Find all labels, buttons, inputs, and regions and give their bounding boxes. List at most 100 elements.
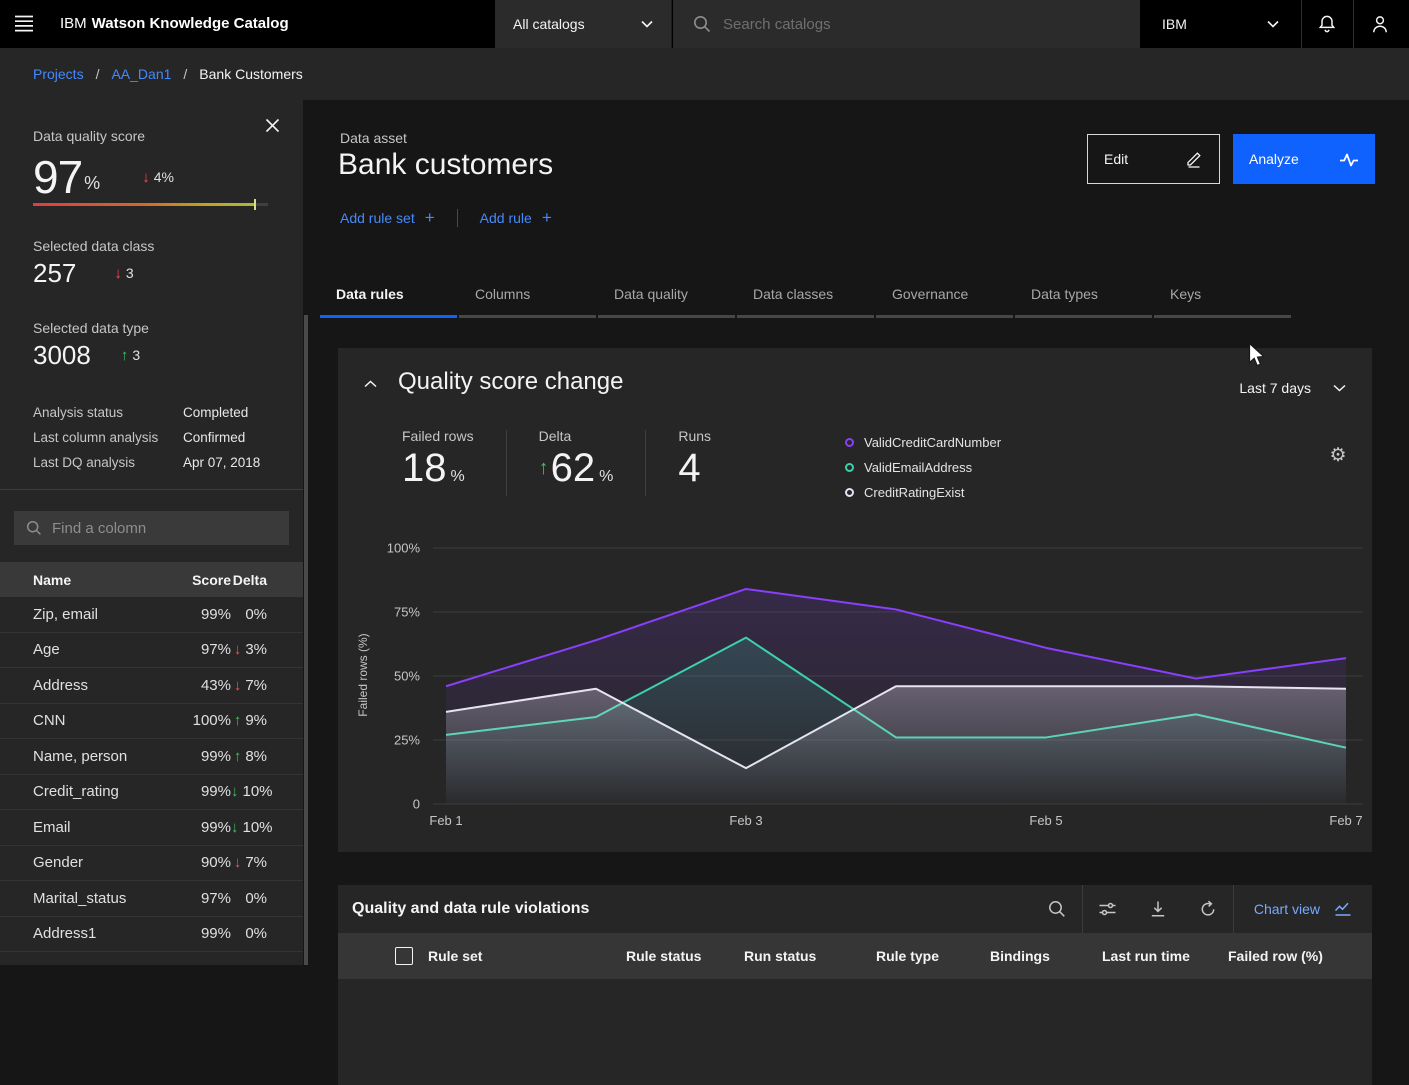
svg-text:50%: 50% bbox=[394, 669, 420, 684]
tab-data-rules[interactable]: Data rules bbox=[320, 280, 457, 318]
chart-view-button[interactable]: Chart view bbox=[1234, 901, 1372, 917]
column-header-name[interactable]: Name bbox=[0, 572, 171, 588]
global-search bbox=[673, 0, 1140, 48]
tab-data-quality[interactable]: Data quality bbox=[598, 280, 735, 318]
tab-data-classes[interactable]: Data classes bbox=[737, 280, 874, 318]
trend-up-icon: ↑ bbox=[121, 347, 129, 364]
collapse-chevron-up-icon[interactable] bbox=[364, 380, 377, 388]
status-row: Last column analysisConfirmed bbox=[33, 425, 273, 450]
page-title: Bank customers bbox=[338, 148, 553, 182]
score-gradient-bar bbox=[33, 203, 268, 206]
table-row[interactable]: Email99%↓10% bbox=[0, 810, 303, 846]
trend-down-icon: ↓ bbox=[231, 819, 239, 836]
table-row[interactable]: Address199%0% bbox=[0, 917, 303, 953]
edit-button[interactable]: Edit bbox=[1087, 134, 1220, 184]
gear-icon[interactable]: ⚙ bbox=[1326, 444, 1350, 468]
legend-label: CreditRatingExist bbox=[864, 485, 964, 500]
data-type-delta: ↑3 bbox=[121, 347, 140, 364]
stat-divider bbox=[506, 430, 507, 496]
breadcrumb-link-projects[interactable]: Projects bbox=[33, 66, 84, 82]
tab-data-types[interactable]: Data types bbox=[1015, 280, 1152, 318]
table-row[interactable]: Address43%↓7% bbox=[0, 668, 303, 704]
column-name: Zip, email bbox=[0, 606, 171, 623]
stat-number: 62 bbox=[551, 446, 596, 491]
table-row[interactable]: Marital_status97%0% bbox=[0, 881, 303, 917]
stat-value: 4 bbox=[678, 446, 711, 491]
tab-keys[interactable]: Keys bbox=[1154, 280, 1291, 318]
column-header-failed-row-[interactable]: Failed row (%) bbox=[1228, 948, 1372, 964]
column-table-body: Zip, email99%0%Age97%↓3%Address43%↓7%CNN… bbox=[0, 597, 303, 965]
table-row[interactable]: Gender90%↓7% bbox=[0, 846, 303, 882]
table-row[interactable]: Age97%↓3% bbox=[0, 633, 303, 669]
tab-columns[interactable]: Columns bbox=[459, 280, 596, 318]
search-input[interactable] bbox=[723, 16, 1103, 33]
table-row[interactable]: ↑ bbox=[0, 952, 303, 965]
restart-button[interactable] bbox=[1183, 885, 1233, 933]
stat-unit: % bbox=[599, 468, 613, 486]
legend-label: ValidEmailAddress bbox=[864, 460, 972, 475]
breadcrumb-link-project[interactable]: AA_Dan1 bbox=[111, 66, 171, 82]
data-class-label: Selected data class bbox=[33, 238, 154, 254]
download-button[interactable] bbox=[1133, 885, 1183, 933]
date-range-selector[interactable]: Last 7 days bbox=[1239, 380, 1346, 396]
table-search-button[interactable] bbox=[1032, 885, 1082, 933]
table-row[interactable]: CNN100%↑9% bbox=[0, 704, 303, 740]
catalog-selector[interactable]: All catalogs bbox=[495, 0, 672, 48]
tab-governance[interactable]: Governance bbox=[876, 280, 1013, 318]
download-icon bbox=[1149, 900, 1167, 918]
legend-swatch-icon bbox=[845, 438, 854, 447]
data-type-value: 3008 bbox=[33, 340, 91, 371]
find-column-search bbox=[14, 511, 289, 545]
account-selector-label: IBM bbox=[1162, 16, 1187, 32]
chart-title: Quality score change bbox=[398, 368, 623, 396]
column-name: Name, person bbox=[0, 748, 171, 765]
table-row[interactable]: Name, person99%↑8% bbox=[0, 739, 303, 775]
trend-up-icon: ↑ bbox=[539, 457, 549, 480]
tab-label: Data quality bbox=[614, 286, 688, 302]
filter-button[interactable] bbox=[1083, 885, 1133, 933]
find-column-input[interactable] bbox=[52, 520, 272, 537]
status-label: Last DQ analysis bbox=[33, 455, 183, 470]
notifications-button[interactable] bbox=[1301, 0, 1353, 48]
legend-item[interactable]: ValidCreditCardNumber bbox=[845, 430, 1001, 455]
legend-item[interactable]: CreditRatingExist bbox=[845, 480, 1001, 505]
close-icon[interactable] bbox=[265, 118, 285, 138]
column-header-delta[interactable]: Delta bbox=[231, 572, 303, 588]
account-selector[interactable]: IBM bbox=[1140, 0, 1301, 48]
activity-icon bbox=[1339, 151, 1359, 168]
column-header-rule-status[interactable]: Rule status bbox=[626, 948, 744, 964]
column-header-last-run-time[interactable]: Last run time bbox=[1102, 948, 1228, 964]
status-label: Last column analysis bbox=[33, 430, 183, 445]
sidebar-scrollbar[interactable] bbox=[304, 315, 308, 965]
quality-score-card: Quality score change Last 7 days Failed … bbox=[338, 348, 1372, 852]
profile-button[interactable] bbox=[1354, 0, 1406, 48]
column-table-header: Name Score Delta bbox=[0, 562, 303, 597]
column-header-rule-set[interactable]: Rule set bbox=[428, 948, 626, 964]
menu-icon[interactable] bbox=[14, 13, 62, 35]
chevron-down-icon bbox=[1333, 384, 1346, 392]
legend-item[interactable]: ValidEmailAddress bbox=[845, 455, 1001, 480]
column-header-bindings[interactable]: Bindings bbox=[990, 948, 1102, 964]
chevron-down-icon bbox=[641, 20, 653, 28]
svg-text:0: 0 bbox=[413, 797, 420, 812]
violations-title: Quality and data rule violations bbox=[352, 885, 589, 933]
svg-text:Feb 7: Feb 7 bbox=[1329, 813, 1362, 828]
column-header-score[interactable]: Score bbox=[171, 572, 231, 588]
catalog-selector-label: All catalogs bbox=[513, 16, 585, 32]
svg-text:Feb 3: Feb 3 bbox=[729, 813, 762, 828]
stat-divider bbox=[645, 430, 646, 496]
add-rule-link[interactable]: Add rule+ bbox=[480, 208, 552, 228]
column-header-rule-type[interactable]: Rule type bbox=[876, 948, 990, 964]
svg-text:100%: 100% bbox=[387, 541, 421, 556]
add-rule-set-link[interactable]: Add rule set+ bbox=[340, 208, 435, 228]
tab-bar: Data rulesColumns Data quality Data classe… bbox=[320, 280, 1293, 318]
trend-down-icon: ↓ bbox=[234, 641, 242, 658]
table-row[interactable]: Credit_rating99%↓10% bbox=[0, 775, 303, 811]
link-divider bbox=[457, 209, 458, 227]
column-name: Age bbox=[0, 641, 171, 658]
analyze-button[interactable]: Analyze bbox=[1233, 134, 1375, 184]
select-all-checkbox[interactable] bbox=[395, 947, 413, 965]
table-row[interactable]: Zip, email99%0% bbox=[0, 597, 303, 633]
analysis-status-list: Analysis statusCompletedLast column anal… bbox=[33, 400, 273, 475]
column-header-run-status[interactable]: Run status bbox=[744, 948, 876, 964]
